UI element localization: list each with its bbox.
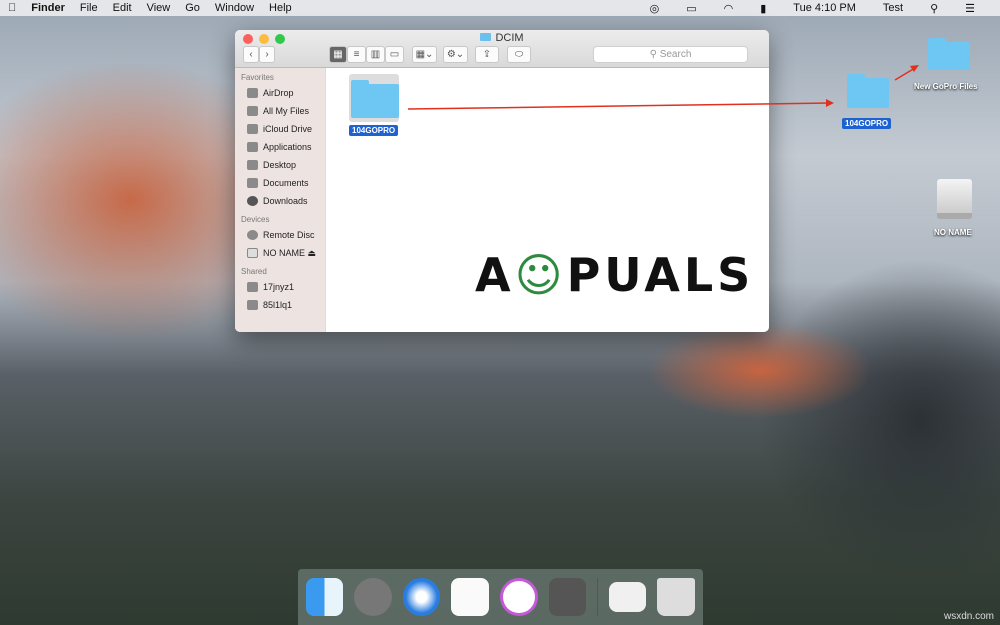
desktop-folder-new-gopro-label[interactable]: New GoPro Files [914,82,978,91]
finder-icon[interactable] [306,578,344,616]
launchpad-icon[interactable] [354,578,392,616]
desktop-folder-104gopro[interactable] [847,74,889,108]
drive-icon[interactable] [937,179,972,219]
watermark: wsxdn.com [943,611,994,622]
trash-icon[interactable] [657,578,695,616]
dock-divider [597,578,598,616]
downloads-stack-icon[interactable] [608,582,647,612]
desktop-folder-label[interactable]: 104GOPRO [842,118,892,129]
desktop-drive-label[interactable]: NO NAME [934,228,972,237]
safari-icon[interactable] [402,578,441,616]
reminders-icon[interactable] [451,578,489,616]
dock [298,569,703,625]
system-preferences-icon[interactable] [548,578,586,616]
desktop-folder-new-gopro[interactable] [928,38,970,70]
itunes-icon[interactable] [499,578,538,616]
